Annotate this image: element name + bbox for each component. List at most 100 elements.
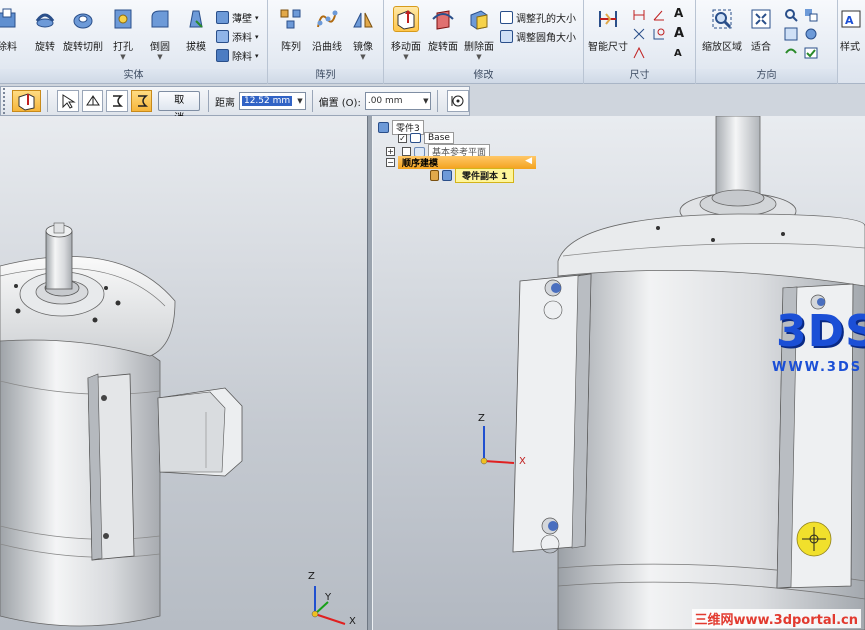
- ribbon-revolve-button[interactable]: 旋转: [26, 6, 64, 53]
- dimension-tool-1-icon[interactable]: [632, 8, 646, 22]
- draft-icon: [183, 6, 209, 32]
- ribbon-round-label: 倒圆: [150, 42, 170, 53]
- move-face-step-icon[interactable]: [11, 90, 42, 112]
- rotate-view-icon[interactable]: [784, 46, 798, 60]
- ribbon-remove-button[interactable]: 除料 ▾: [216, 48, 259, 63]
- group-orient: 缩放区域 适合 方向: [696, 0, 838, 84]
- ref-planes-expand[interactable]: +: [386, 147, 395, 156]
- command-separator: [311, 90, 313, 112]
- group-pattern-label: 阵列: [268, 69, 383, 83]
- ribbon-smart-dimension-label: 智能尺寸: [588, 42, 628, 53]
- group-dimension-label: 尺寸: [584, 69, 695, 83]
- pan-icon[interactable]: [784, 27, 798, 41]
- tree-copy[interactable]: 零件副本 1: [430, 168, 515, 183]
- direction-step-icon[interactable]: [106, 90, 128, 112]
- distance-dropdown-icon[interactable]: ▼: [297, 97, 302, 105]
- group-pattern: 阵列 沿曲线 镜像 ▼ 阵列: [268, 0, 384, 84]
- view-tool-3-icon[interactable]: [804, 46, 818, 60]
- command-bar: 取消 距离 12.52 mm ▼ 偏置 (O): .00 mm ▼: [0, 86, 470, 124]
- cancel-button[interactable]: 取消: [158, 91, 200, 124]
- ribbon-resize-hole-button[interactable]: 调整孔的大小: [500, 10, 576, 25]
- ribbon-hole-button[interactable]: 打孔 ▼: [104, 6, 142, 61]
- round-dropdown-icon[interactable]: ▼: [157, 53, 162, 61]
- offset-input[interactable]: .00 mm ▼: [364, 92, 432, 110]
- rotate-face-icon: [430, 6, 456, 32]
- add-icon: [216, 30, 229, 43]
- left-viewport[interactable]: Z Y X: [0, 116, 367, 630]
- fit-icon: [748, 6, 774, 32]
- group-dimension: 智能尺寸 A A A 尺寸: [584, 0, 696, 84]
- move-face-dropdown-icon[interactable]: ▼: [403, 53, 408, 61]
- zoom-icon[interactable]: [784, 8, 798, 22]
- ordered-collapse[interactable]: −: [386, 158, 395, 167]
- thinwall-label: 薄壁: [232, 14, 252, 25]
- ribbon-mirror-button[interactable]: 镜像 ▼: [344, 6, 382, 61]
- ribbon-rotate-face-label: 旋转面: [428, 42, 458, 53]
- resize-hole-label: 调整孔的大小: [516, 14, 576, 25]
- ribbon-thinwall-button[interactable]: 薄壁 ▾: [216, 10, 259, 25]
- offset-value: .00 mm: [367, 96, 403, 106]
- round-icon: [147, 6, 173, 32]
- thinwall-icon: [216, 11, 229, 24]
- svg-text:A: A: [845, 14, 854, 27]
- view-tool-2-icon[interactable]: [804, 27, 818, 41]
- ribbon-smart-dimension-button[interactable]: 智能尺寸: [586, 6, 630, 53]
- ref-planes-checkbox[interactable]: [402, 147, 411, 156]
- angle-tool-icon[interactable]: [652, 8, 666, 22]
- watermark-bottom: 三维网www.3dportal.cn: [691, 609, 861, 628]
- text-a-icon[interactable]: A: [674, 6, 688, 20]
- triad-right-z-label: Z: [478, 413, 485, 424]
- ribbon-style-button[interactable]: A 样式: [840, 6, 865, 53]
- distance-input[interactable]: 12.52 mm ▼: [238, 92, 306, 110]
- face-step-icon[interactable]: [81, 90, 104, 112]
- base-checkbox[interactable]: ✓: [398, 133, 407, 143]
- ribbon-round-button[interactable]: 倒圆 ▼: [141, 6, 179, 61]
- ribbon-style-label: 样式: [840, 42, 860, 53]
- hole-icon: [110, 6, 136, 32]
- triad-left-x-label: X: [349, 616, 356, 627]
- tree-base[interactable]: ✓ Base: [398, 132, 454, 144]
- ribbon-pattern-button[interactable]: 阵列: [272, 6, 310, 53]
- ribbon-cut-label: 除料: [0, 42, 17, 53]
- ribbon-rotate-face-button[interactable]: 旋转面: [424, 6, 462, 53]
- part-icon: [378, 122, 389, 133]
- group-style: A 样式: [838, 0, 865, 84]
- group-solid: 除料 旋转 旋转切削 打孔 ▼ 倒圆 ▼ 拔模 薄壁 ▾ 添料 ▾ 除料 ▾ 实…: [0, 0, 268, 84]
- text-a-small-icon[interactable]: A: [674, 48, 688, 62]
- keypoint-icon[interactable]: [447, 90, 469, 112]
- chamfer-dim-icon[interactable]: [652, 27, 666, 41]
- text-a-large-icon[interactable]: A: [674, 26, 688, 41]
- view-tool-1-icon[interactable]: [804, 8, 818, 22]
- ribbon-along-curve-button[interactable]: 沿曲线: [308, 6, 346, 53]
- ribbon-hole-label: 打孔: [113, 42, 133, 53]
- triad-left-z-label: Z: [308, 571, 315, 582]
- dimension-tool-2-icon[interactable]: [632, 27, 646, 41]
- command-bar-grip[interactable]: [3, 88, 9, 114]
- ribbon-delete-face-button[interactable]: 删除面 ▼: [460, 6, 498, 61]
- dimension-tool-3-icon[interactable]: [632, 46, 646, 60]
- add-label: 添料: [232, 33, 252, 44]
- command-separator: [437, 90, 439, 112]
- ribbon-move-face-button[interactable]: 移动面 ▼: [387, 6, 425, 61]
- distance-value: 12.52 mm: [241, 96, 293, 106]
- select-step-icon[interactable]: [57, 90, 79, 112]
- delete-face-dropdown-icon[interactable]: ▼: [476, 53, 481, 61]
- tree-base-label: Base: [424, 132, 454, 144]
- hole-dropdown-icon[interactable]: ▼: [120, 53, 125, 61]
- mirror-icon: [350, 6, 376, 32]
- smart-dimension-icon: [595, 6, 621, 32]
- ribbon-fit-button[interactable]: 适合: [742, 6, 780, 53]
- ribbon-draft-button[interactable]: 拔模: [177, 6, 215, 53]
- resize-round-label: 调整圆角大小: [516, 33, 576, 44]
- along-curve-icon: [314, 6, 340, 32]
- ribbon-zoom-area-button[interactable]: 缩放区域: [700, 6, 744, 53]
- ribbon-cut-button[interactable]: 除料: [0, 6, 26, 53]
- mirror-dropdown-icon[interactable]: ▼: [360, 53, 365, 61]
- offset-dropdown-icon[interactable]: ▼: [423, 97, 428, 105]
- pattern-icon: [278, 6, 304, 32]
- distance-step-icon[interactable]: [130, 90, 153, 112]
- ribbon-draft-label: 拔模: [186, 42, 206, 53]
- ribbon-resize-round-button[interactable]: 调整圆角大小: [500, 29, 576, 44]
- ribbon-add-button[interactable]: 添料 ▾: [216, 29, 259, 44]
- ribbon-revolve-cut-button[interactable]: 旋转切削: [63, 6, 103, 53]
